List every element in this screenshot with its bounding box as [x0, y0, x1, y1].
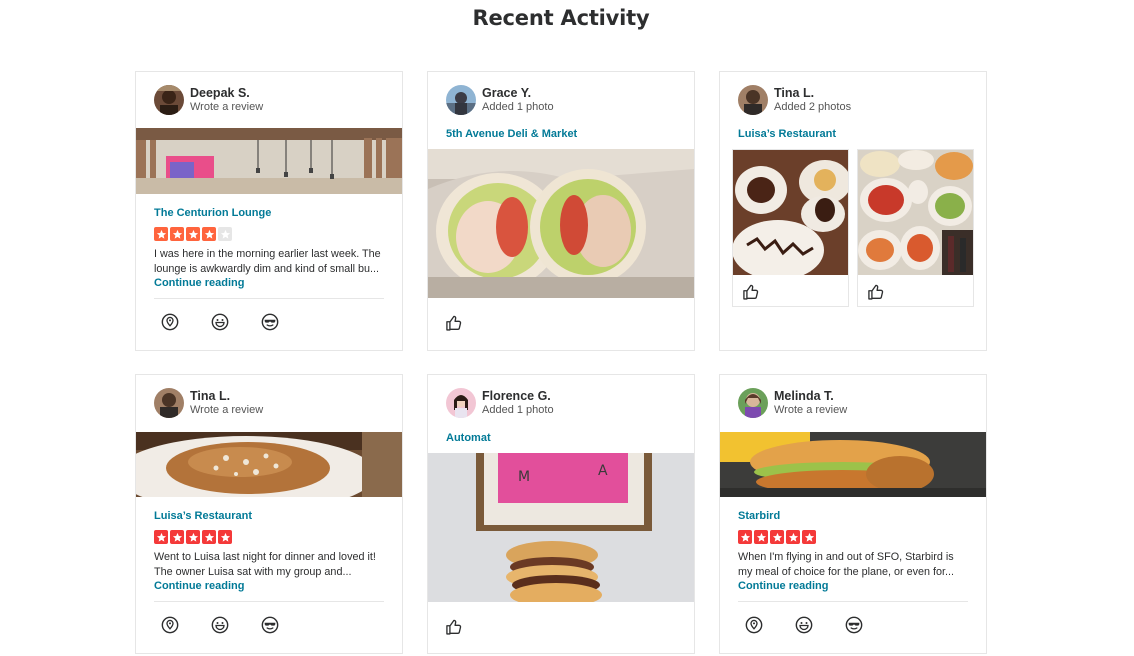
business-photo[interactable] [720, 432, 986, 497]
activity-action: Wrote a review [190, 403, 264, 416]
activity-card: Florence G. Added 1 photo Automat M A [427, 374, 695, 654]
user-avatar[interactable] [738, 388, 768, 418]
star-rating [154, 530, 232, 544]
divider [154, 601, 384, 602]
svg-text:A: A [598, 463, 608, 479]
star-rating [154, 227, 232, 241]
cool-face-icon[interactable] [260, 312, 280, 332]
star-icon [186, 227, 200, 241]
star-icon [170, 530, 184, 544]
business-name[interactable]: The Centurion Lounge [154, 207, 271, 219]
star-icon [738, 530, 752, 544]
reaction-buttons [160, 615, 280, 635]
user-avatar[interactable] [738, 85, 768, 115]
business-name[interactable]: Luisa’s Restaurant [738, 128, 836, 140]
svg-text:M: M [518, 469, 530, 485]
business-photo[interactable] [136, 128, 402, 194]
divider [154, 298, 384, 299]
star-icon [218, 227, 232, 241]
business-photo[interactable] [428, 149, 694, 298]
review-snippet: I was here in the morning earlier last w… [154, 248, 381, 275]
cool-face-icon[interactable] [260, 615, 280, 635]
card-header: Deepak S. Wrote a review [154, 85, 263, 115]
page-title: Recent Activity [472, 6, 650, 30]
reaction-buttons [160, 312, 280, 332]
star-icon [202, 530, 216, 544]
user-name[interactable]: Melinda T. [774, 389, 847, 403]
continue-reading-link[interactable]: Continue reading [154, 277, 244, 289]
card-header: Grace Y. Added 1 photo [446, 85, 554, 115]
activity-action: Added 2 photos [774, 100, 852, 113]
pin-icon[interactable] [744, 615, 764, 635]
user-name[interactable]: Tina L. [774, 86, 851, 100]
smile-icon[interactable] [794, 615, 814, 635]
star-icon [154, 530, 168, 544]
star-icon [170, 227, 184, 241]
activity-action: Added 1 photo [482, 100, 554, 113]
star-icon [218, 530, 232, 544]
user-avatar[interactable] [154, 388, 184, 418]
card-header: Melinda T. Wrote a review [738, 388, 847, 418]
star-icon [802, 530, 816, 544]
user-name[interactable]: Deepak S. [190, 86, 263, 100]
star-icon [154, 227, 168, 241]
star-icon [786, 530, 800, 544]
business-photo[interactable] [858, 150, 973, 275]
review-snippet: When I'm flying in and out of SFO, Starb… [738, 551, 955, 578]
photo-tile [732, 149, 849, 307]
user-avatar[interactable] [154, 85, 184, 115]
review-snippet: Went to Luisa last night for dinner and … [154, 551, 376, 578]
business-photo[interactable] [733, 150, 848, 275]
activity-action: Wrote a review [190, 100, 264, 113]
divider [738, 601, 968, 602]
activity-card: Grace Y. Added 1 photo 5th Avenue Deli &… [427, 71, 695, 351]
thumbs-up-icon[interactable] [444, 313, 464, 333]
card-header: Tina L. Added 2 photos [738, 85, 851, 115]
activity-action: Added 1 photo [482, 403, 554, 416]
star-icon [186, 530, 200, 544]
activity-card: Tina L. Added 2 photos Luisa’s Restauran… [719, 71, 987, 351]
business-name[interactable]: 5th Avenue Deli & Market [446, 128, 577, 140]
user-avatar[interactable] [446, 85, 476, 115]
business-photo[interactable] [136, 432, 402, 497]
smile-icon[interactable] [210, 312, 230, 332]
business-name[interactable]: Automat [446, 432, 491, 444]
business-name[interactable]: Luisa’s Restaurant [154, 510, 252, 522]
card-header: Florence G. Added 1 photo [446, 388, 554, 418]
user-avatar[interactable] [446, 388, 476, 418]
activity-card: Tina L. Wrote a review Luisa’s Restauran… [135, 374, 403, 654]
reaction-buttons [744, 615, 864, 635]
cool-face-icon[interactable] [844, 615, 864, 635]
photo-tile [857, 149, 974, 307]
thumbs-up-icon[interactable] [444, 617, 464, 637]
smile-icon[interactable] [210, 615, 230, 635]
user-name[interactable]: Florence G. [482, 389, 554, 403]
activity-action: Wrote a review [774, 403, 848, 416]
user-name[interactable]: Tina L. [190, 389, 263, 403]
thumbs-up-icon[interactable] [866, 282, 886, 302]
pin-icon[interactable] [160, 615, 180, 635]
user-name[interactable]: Grace Y. [482, 86, 554, 100]
business-photo[interactable]: M A [428, 453, 694, 602]
business-name[interactable]: Starbird [738, 510, 780, 522]
star-icon [754, 530, 768, 544]
star-rating [738, 530, 816, 544]
card-header: Tina L. Wrote a review [154, 388, 263, 418]
activity-card: Deepak S. Wrote a review The Centurion L… [135, 71, 403, 351]
star-icon [770, 530, 784, 544]
activity-card: Melinda T. Wrote a review Starbird When … [719, 374, 987, 654]
continue-reading-link[interactable]: Continue reading [154, 580, 244, 592]
thumbs-up-icon[interactable] [741, 282, 761, 302]
star-icon [202, 227, 216, 241]
continue-reading-link[interactable]: Continue reading [738, 580, 828, 592]
pin-icon[interactable] [160, 312, 180, 332]
